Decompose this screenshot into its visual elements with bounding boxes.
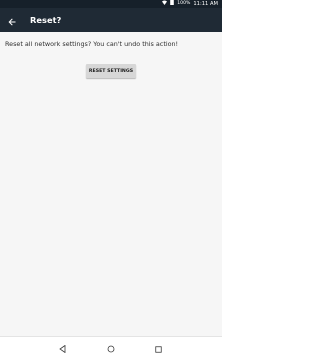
nav-back-button[interactable] xyxy=(55,340,69,354)
nav-recents-button[interactable] xyxy=(151,340,165,354)
battery-level: 100% xyxy=(177,1,191,6)
reset-settings-button[interactable]: RESET SETTINGS xyxy=(86,64,136,78)
home-circle-icon xyxy=(107,338,115,357)
clock: 11:11 AM xyxy=(193,1,218,7)
reset-warning-message: Reset all network settings? You can't un… xyxy=(5,40,179,48)
back-triangle-icon xyxy=(58,338,66,357)
app-toolbar: Reset? xyxy=(0,8,222,32)
back-button[interactable] xyxy=(0,8,24,32)
main-content: Reset all network settings? You can't un… xyxy=(0,32,222,336)
arrow-back-icon xyxy=(8,11,16,30)
navigation-bar xyxy=(0,336,222,355)
page-title: Reset? xyxy=(30,15,62,25)
nav-home-button[interactable] xyxy=(104,340,118,354)
recents-square-icon xyxy=(154,338,162,357)
status-bar: 100% 11:11 AM xyxy=(0,0,222,8)
